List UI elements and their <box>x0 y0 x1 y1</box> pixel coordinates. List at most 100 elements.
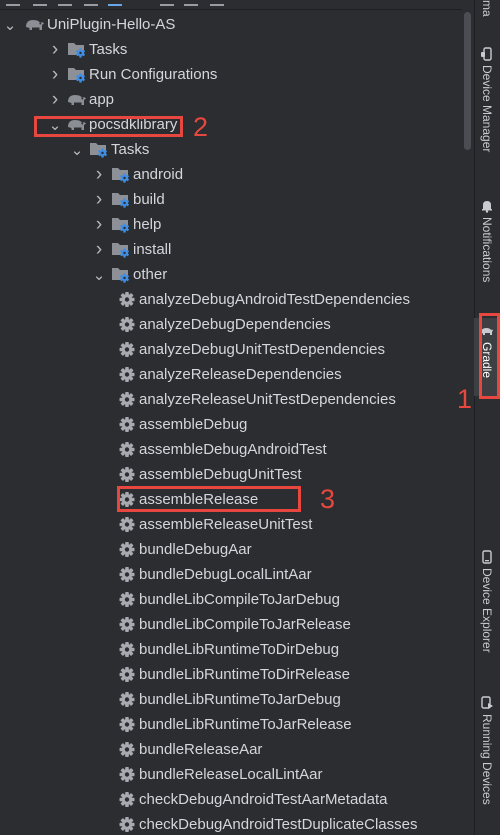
toolbar-button[interactable] <box>6 0 20 6</box>
tree-node-label: bundleLibRuntimeToDirRelease <box>139 666 350 683</box>
tree-node[interactable]: bundleLibRuntimeToDirRelease <box>0 662 462 687</box>
tree-node[interactable]: analyzeReleaseDependencies <box>0 362 462 387</box>
chevron-right-icon[interactable]: › <box>91 212 107 240</box>
tree-node[interactable]: › help <box>0 212 462 237</box>
folder-gear-icon <box>111 215 131 234</box>
tree-node-label: Tasks <box>89 41 128 58</box>
tree-node[interactable]: bundleLibRuntimeToJarDebug <box>0 687 462 712</box>
gear-icon <box>117 590 137 609</box>
tool-tab-running-devices[interactable]: Running Devices <box>474 696 500 831</box>
toolbar-button[interactable] <box>58 0 72 6</box>
annotation-number-3: 3 <box>320 484 336 514</box>
tree-node[interactable]: assembleReleaseUnitTest <box>0 512 462 537</box>
tree-node-label: analyzeReleaseDependencies <box>139 366 342 383</box>
annotation-number-1: 1 <box>457 384 473 414</box>
tree-node[interactable]: bundleReleaseLocalLintAar <box>0 762 462 787</box>
tree-node-label: bundleDebugLocalLintAar <box>139 566 312 583</box>
chevron-right-icon[interactable]: › <box>47 62 63 90</box>
tree-scrollbar-thumb[interactable] <box>464 12 471 150</box>
folder-gear-icon <box>111 190 131 209</box>
tree-node[interactable]: assembleDebugUnitTest <box>0 462 462 487</box>
tool-tab-label: Running Devices <box>480 714 494 805</box>
gradle-elephant-icon <box>25 15 45 34</box>
gradle-elephant-icon <box>67 90 87 109</box>
gear-icon <box>117 440 137 459</box>
toolbar-button[interactable] <box>160 0 174 6</box>
toolbar-button[interactable] <box>33 0 47 6</box>
tree-node[interactable]: ⌄ Tasks <box>0 137 462 162</box>
tree-node[interactable]: bundleDebugLocalLintAar <box>0 562 462 587</box>
gear-icon <box>117 290 137 309</box>
toolbar-button[interactable] <box>84 0 98 6</box>
tree-node[interactable]: › app <box>0 87 462 112</box>
tree-node-label: other <box>133 266 168 283</box>
chevron-right-icon[interactable]: › <box>47 87 63 115</box>
gear-icon <box>117 465 137 484</box>
chevron-right-icon[interactable]: › <box>91 237 107 265</box>
tree-node-label: analyzeDebugAndroidTestDependencies <box>139 291 411 308</box>
tree-node-label: UniPlugin-Hello-AS <box>47 16 176 33</box>
tree-node-label: Tasks <box>111 141 150 158</box>
tree-node[interactable]: bundleLibCompileToJarRelease <box>0 612 462 637</box>
tree-node[interactable]: analyzeDebugUnitTestDependencies <box>0 337 462 362</box>
tree-node[interactable]: › Run Configurations <box>0 62 462 87</box>
tree-node[interactable]: › Tasks <box>0 37 462 62</box>
tool-tab-partial-label: ma <box>480 0 494 17</box>
tree-node[interactable]: › install <box>0 237 462 262</box>
tree-node[interactable]: › build <box>0 187 462 212</box>
toolbar-button[interactable] <box>184 0 198 6</box>
gear-icon <box>117 315 137 334</box>
annotation-box-task <box>117 486 301 512</box>
tree-node[interactable]: analyzeReleaseUnitTestDependencies <box>0 387 462 412</box>
gear-icon <box>117 415 137 434</box>
tree-node[interactable]: ⌄ UniPlugin-Hello-AS <box>0 12 462 37</box>
gear-icon <box>117 540 137 559</box>
gradle-toolbar <box>0 0 462 10</box>
tree-node[interactable]: assembleDebug <box>0 412 462 437</box>
gear-icon <box>117 390 137 409</box>
chevron-right-icon[interactable]: › <box>91 187 107 215</box>
chevron-right-icon[interactable]: › <box>47 37 63 65</box>
folder-gear-icon <box>67 65 87 84</box>
chevron-right-icon[interactable]: › <box>91 162 107 190</box>
tree-node[interactable]: ⌄ other <box>0 262 462 287</box>
tree-node[interactable]: › android <box>0 162 462 187</box>
tree-node[interactable]: bundleLibRuntimeToDirDebug <box>0 637 462 662</box>
tree-node-label: checkDebugAndroidTestDuplicateClasses <box>139 816 418 833</box>
tool-tab-label: Device Explorer <box>480 568 494 653</box>
folder-gear-icon <box>111 240 131 259</box>
folder-gear-icon <box>67 40 87 59</box>
tree-node-label: bundleLibCompileToJarDebug <box>139 591 340 608</box>
tool-tab-partial[interactable]: ma <box>474 0 500 22</box>
gear-icon <box>117 815 137 834</box>
annotation-box-module <box>34 116 183 137</box>
tool-tab-label: Device Manager <box>480 65 494 153</box>
folder-gear-icon <box>111 265 131 284</box>
tool-tab-device-manager[interactable]: Device Manager <box>474 47 500 177</box>
tree-node[interactable]: checkDebugAndroidTestAarMetadata <box>0 787 462 812</box>
toolbar-button[interactable] <box>210 0 224 6</box>
gear-icon <box>117 765 137 784</box>
tree-node-label: assembleDebugAndroidTest <box>139 441 327 458</box>
tree-node[interactable]: checkDebugAndroidTestDuplicateClasses <box>0 812 462 835</box>
tree-node[interactable]: bundleLibRuntimeToJarRelease <box>0 712 462 737</box>
gear-icon <box>117 515 137 534</box>
tree-node[interactable]: bundleDebugAar <box>0 537 462 562</box>
annotation-number-2: 2 <box>193 112 209 142</box>
tree-node[interactable]: analyzeDebugDependencies <box>0 312 462 337</box>
tree-node-label: checkDebugAndroidTestAarMetadata <box>139 791 388 808</box>
tree-node[interactable]: bundleLibCompileToJarDebug <box>0 587 462 612</box>
gear-icon <box>117 790 137 809</box>
annotation-box-gradle-tab <box>479 313 500 399</box>
tree-node-label: bundleLibRuntimeToDirDebug <box>139 641 340 658</box>
tree-node[interactable]: analyzeDebugAndroidTestDependencies <box>0 287 462 312</box>
gear-icon <box>117 615 137 634</box>
tool-tab-notifications[interactable]: Notifications <box>474 199 500 309</box>
toolbar-button[interactable] <box>108 0 122 6</box>
running-devices-icon <box>481 696 493 709</box>
tool-tab-device-explorer[interactable]: Device Explorer <box>474 550 500 675</box>
tree-node-label: assembleReleaseUnitTest <box>139 516 313 533</box>
folder-gear-icon <box>89 140 109 159</box>
tree-node[interactable]: assembleDebugAndroidTest <box>0 437 462 462</box>
tree-node[interactable]: bundleReleaseAar <box>0 737 462 762</box>
